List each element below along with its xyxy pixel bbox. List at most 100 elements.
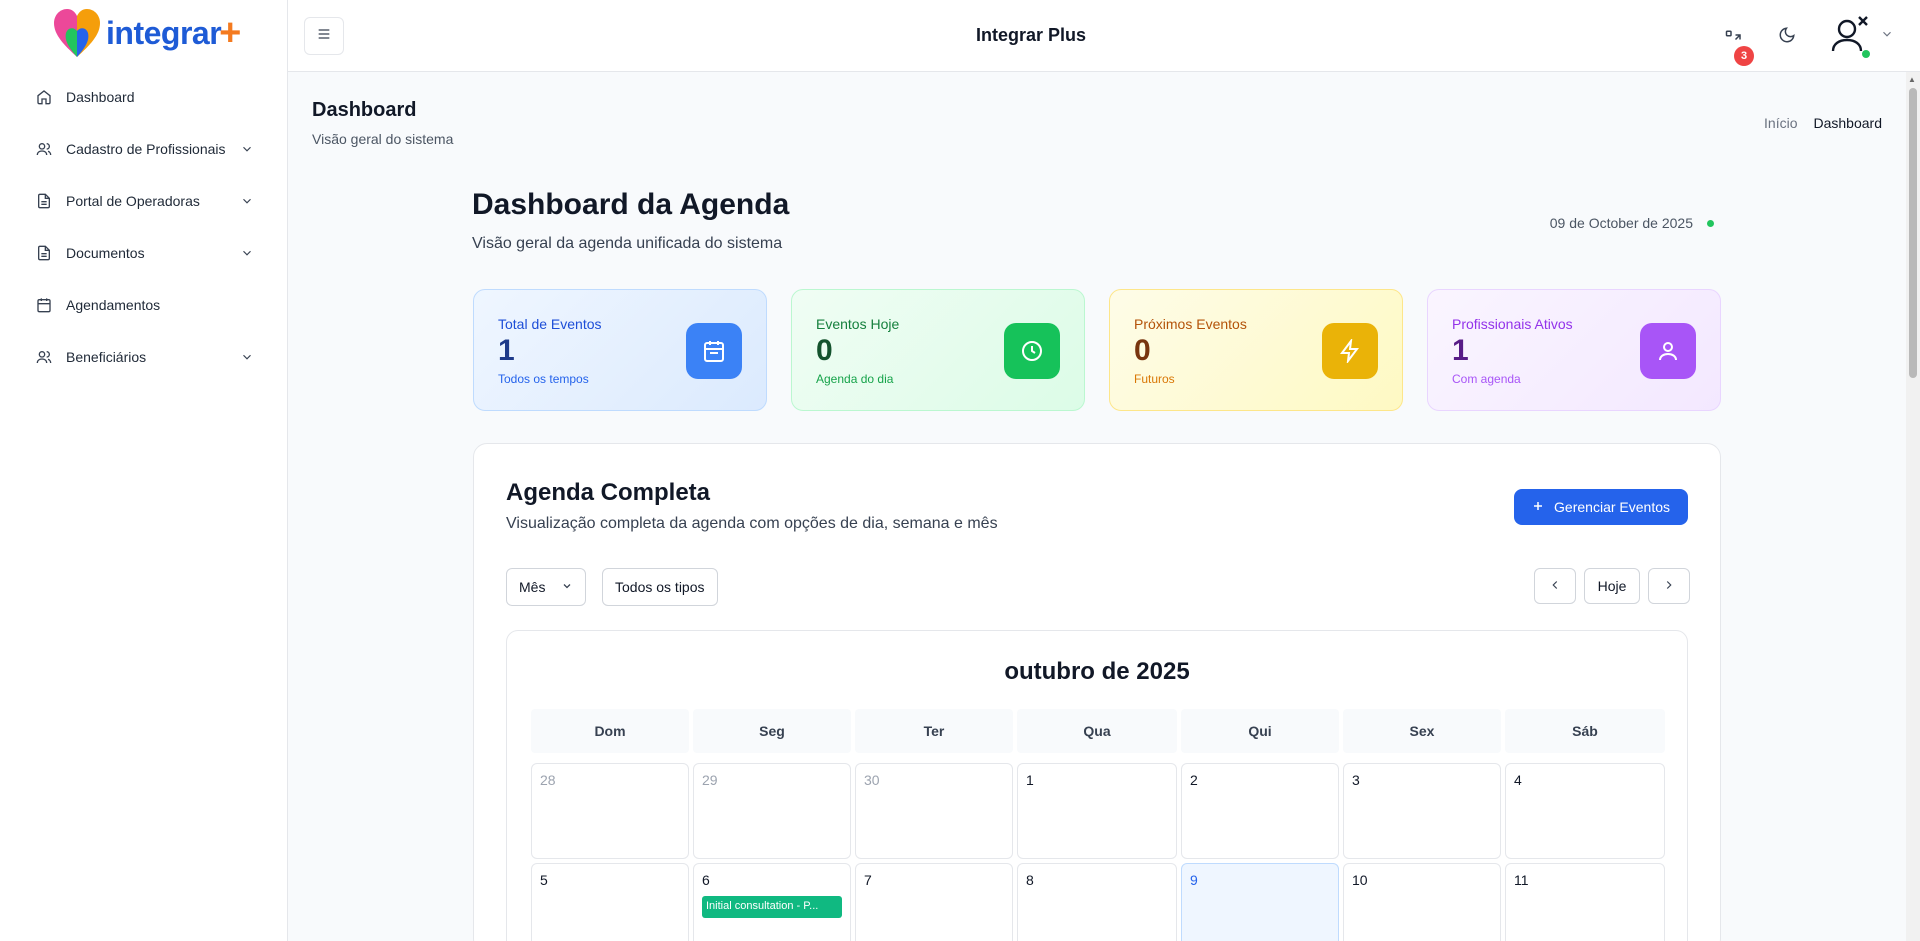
calendar-day-cell[interactable]: 5 [531, 863, 689, 941]
home-icon [36, 89, 52, 105]
sidebar-item-label: Documentos [66, 245, 145, 261]
file-icon [36, 245, 52, 261]
day-number: 9 [1190, 872, 1198, 888]
chevron-down-icon [240, 194, 254, 208]
chevron-down-icon [240, 142, 254, 156]
calendar-day-cell[interactable]: 1 [1017, 763, 1177, 859]
manage-events-button[interactable]: Gerenciar Eventos [1514, 489, 1688, 525]
day-number: 6 [702, 872, 710, 888]
next-month-button[interactable] [1648, 568, 1690, 604]
brand-name: integrar [106, 14, 222, 51]
sidebar-item-label: Cadastro de Profissionais [66, 141, 226, 157]
day-number: 11 [1514, 872, 1529, 888]
clock-icon [1004, 323, 1060, 379]
calendar-day-cell-today[interactable]: 9 [1181, 863, 1339, 941]
agenda-card: Agenda Completa Visualização completa da… [473, 443, 1721, 941]
calendar-icon [36, 297, 52, 313]
file-icon [36, 193, 52, 209]
weekday-header: Seg [693, 709, 851, 753]
stat-card-eventos-hoje: Eventos Hoje 0 Agenda do dia [791, 289, 1085, 411]
calendar-day-cell[interactable]: 30 [855, 763, 1013, 859]
day-number: 5 [540, 872, 548, 888]
notification-badge: 3 [1734, 46, 1754, 66]
live-status-dot [1707, 219, 1714, 227]
theme-toggle-button[interactable] [1776, 26, 1798, 48]
day-number: 30 [864, 772, 880, 788]
day-number: 29 [702, 772, 718, 788]
breadcrumb-current: Dashboard [1813, 115, 1883, 131]
calendar-day-cell[interactable]: 3 [1343, 763, 1501, 859]
chevron-down-icon [561, 579, 573, 595]
dashboard-title: Dashboard da Agenda [472, 188, 790, 221]
stat-card-proximos-eventos: Próximos Eventos 0 Futuros [1109, 289, 1403, 411]
day-number: 4 [1514, 772, 1522, 788]
prev-month-button[interactable] [1534, 568, 1576, 604]
scrollbar-thumb[interactable] [1909, 88, 1917, 378]
page-subtitle: Visão geral do sistema [312, 131, 454, 147]
sidebar-item-cadastro-profissionais[interactable]: Cadastro de Profissionais [0, 123, 288, 175]
calendar-month-title: outubro de 2025 [1004, 658, 1190, 685]
calendar-event[interactable]: Initial consultation - P... [702, 896, 842, 918]
sidebar: integrar + Dashboard Cadastro de Profiss… [0, 0, 288, 941]
users-icon [36, 349, 52, 365]
chevron-down-icon [240, 246, 254, 260]
calendar-day-cell[interactable]: 7 [855, 863, 1013, 941]
calendar-day-cell[interactable]: 6 Initial consultation - P... [693, 863, 851, 941]
sidebar-item-label: Beneficiários [66, 349, 147, 365]
manage-events-label: Gerenciar Eventos [1554, 499, 1670, 515]
brand-logo[interactable]: integrar + [52, 6, 241, 60]
calendar-day-cell[interactable]: 2 [1181, 763, 1339, 859]
sidebar-item-label: Portal de Operadoras [66, 193, 200, 209]
users-icon [36, 141, 52, 157]
user-menu-chevron[interactable] [1880, 29, 1894, 43]
page-title: Dashboard [312, 99, 417, 121]
weekday-header: Dom [531, 709, 689, 753]
today-label: Hoje [1597, 578, 1627, 594]
view-mode-select[interactable]: Mês [506, 568, 586, 606]
scroll-up-arrow-icon[interactable]: ▲ [1908, 75, 1916, 84]
event-type-value: Todos os tipos [615, 579, 705, 595]
heart-logo-icon [52, 7, 102, 59]
event-type-select[interactable]: Todos os tipos [602, 568, 718, 606]
stat-card-profissionais-ativos: Profissionais Ativos 1 Com agenda [1427, 289, 1721, 411]
day-number: 2 [1190, 772, 1198, 788]
app-title: Integrar Plus [975, 25, 1087, 45]
calendar-day-cell[interactable]: 29 [693, 763, 851, 859]
agenda-title: Agenda Completa [506, 479, 711, 506]
current-date: 09 de October de 2025 [1550, 215, 1714, 231]
day-number: 28 [540, 772, 556, 788]
sidebar-item-documentos[interactable]: Documentos [0, 227, 288, 279]
weekday-header: Qua [1017, 709, 1177, 753]
sidebar-item-label: Agendamentos [66, 297, 161, 313]
brand-plus: + [219, 12, 242, 54]
topbar: Integrar Plus 3 [288, 0, 1920, 72]
sidebar-item-beneficiarios[interactable]: Beneficiários [0, 331, 288, 383]
calendar-day-cell[interactable]: 4 [1505, 763, 1665, 859]
weekday-header: Ter [855, 709, 1013, 753]
sidebar-nav: Dashboard Cadastro de Profissionais Port… [0, 71, 288, 383]
breadcrumb-home-link[interactable]: Início [1764, 115, 1797, 131]
weekday-header: Sáb [1505, 709, 1665, 753]
chevron-left-icon [1548, 578, 1562, 595]
sidebar-item-portal-operadoras[interactable]: Portal de Operadoras [0, 175, 288, 227]
sidebar-item-dashboard[interactable]: Dashboard [0, 71, 288, 123]
bolt-icon [1322, 323, 1378, 379]
today-button[interactable]: Hoje [1584, 568, 1640, 604]
calendar-day-cell[interactable]: 8 [1017, 863, 1177, 941]
sidebar-item-agendamentos[interactable]: Agendamentos [0, 279, 288, 331]
chevron-down-icon [240, 350, 254, 364]
day-number: 3 [1352, 772, 1360, 788]
user-icon [1640, 323, 1696, 379]
day-number: 1 [1026, 772, 1034, 788]
calendar-day-cell[interactable]: 10 [1343, 863, 1501, 941]
calendar-day-cell[interactable]: 28 [531, 763, 689, 859]
day-number: 8 [1026, 872, 1034, 888]
current-date-text: 09 de October de 2025 [1549, 215, 1693, 231]
online-status-dot [1862, 50, 1870, 58]
stat-card-total-eventos: Total de Eventos 1 Todos os tempos [473, 289, 767, 411]
chevron-down-icon [1880, 27, 1894, 46]
sidebar-item-label: Dashboard [66, 89, 135, 105]
calendar-day-cell[interactable]: 11 [1505, 863, 1665, 941]
weekday-header: Qui [1181, 709, 1339, 753]
dashboard-subtitle: Visão geral da agenda unificada do siste… [472, 235, 783, 252]
